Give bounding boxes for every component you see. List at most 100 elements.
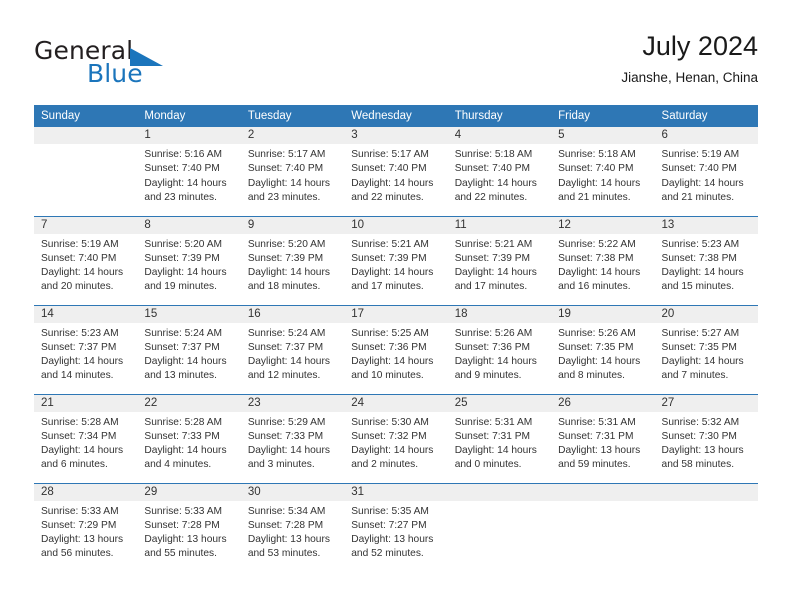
- calendar-day-cell[interactable]: 24 Sunrise: 5:30 AM Sunset: 7:32 PM Dayligh…: [344, 393, 448, 483]
- calendar-day-cell[interactable]: 18 Sunrise: 5:26 AM Sunset: 7:36 PM Dayligh…: [447, 304, 552, 394]
- calendar-day-cell[interactable]: 20 Sunrise: 5:27 AM Sunset: 7:35 PM Dayligh…: [654, 304, 758, 394]
- weekday-header-saturday: Saturday: [654, 105, 758, 127]
- day-detail-daylight1: Daylight: 14 hours: [661, 267, 744, 279]
- calendar-day-cell[interactable]: 29 Sunrise: 5:33 AM Sunset: 7:28 PM Dayligh…: [137, 482, 241, 572]
- calendar-day-cell[interactable]: 5 Sunrise: 5:18 AM Sunset: 7:40 PM Daylight…: [551, 127, 655, 216]
- day-detail-daylight2: and 22 minutes.: [351, 191, 424, 203]
- day-detail-daylight2: and 58 minutes.: [661, 459, 735, 471]
- day-detail-daylight1: Daylight: 13 hours: [144, 534, 227, 546]
- calendar-day-cell-empty: [654, 482, 758, 572]
- day-detail-daylight1: Daylight: 13 hours: [558, 445, 641, 457]
- calendar-week-row: 28 Sunrise: 5:33 AM Sunset: 7:29 PM Dayligh…: [34, 482, 758, 572]
- calendar-day-cell[interactable]: 30 Sunrise: 5:34 AM Sunset: 7:28 PM Dayligh…: [240, 482, 345, 572]
- calendar-day-cell[interactable]: 11 Sunrise: 5:21 AM Sunset: 7:39 PM Dayligh…: [447, 215, 552, 305]
- day-detail-daylight1: Daylight: 14 hours: [558, 267, 641, 279]
- weekday-header-wednesday: Wednesday: [344, 105, 448, 127]
- page-title: July 2024: [642, 31, 758, 61]
- calendar-day-cell[interactable]: 9 Sunrise: 5:20 AM Sunset: 7:39 PM Daylight…: [240, 215, 345, 305]
- day-detail-sunset: Sunset: 7:37 PM: [41, 341, 117, 353]
- calendar-day-cell[interactable]: 6 Sunrise: 5:19 AM Sunset: 7:40 PM Daylight…: [654, 127, 758, 216]
- day-number: 25: [447, 394, 552, 412]
- day-detail-sunset: Sunset: 7:40 PM: [558, 163, 634, 175]
- day-detail-daylight1: Daylight: 13 hours: [661, 445, 744, 457]
- calendar-day-cell-empty: [447, 482, 552, 572]
- day-details: Sunrise: 5:33 AM Sunset: 7:29 PM Daylight:…: [34, 501, 137, 562]
- day-detail-sunrise: Sunrise: 5:18 AM: [454, 149, 533, 160]
- calendar-day-cell[interactable]: 22 Sunrise: 5:28 AM Sunset: 7:33 PM Dayligh…: [137, 393, 241, 483]
- day-details: Sunrise: 5:33 AM Sunset: 7:28 PM Daylight:…: [137, 501, 240, 562]
- day-number: 5: [551, 127, 655, 144]
- day-detail-daylight2: and 21 minutes.: [661, 191, 735, 203]
- day-detail-daylight2: and 4 minutes.: [144, 459, 212, 471]
- day-detail-sunrise: Sunrise: 5:28 AM: [144, 416, 223, 428]
- day-number: 11: [447, 216, 552, 234]
- day-detail-daylight1: Daylight: 14 hours: [351, 177, 434, 189]
- calendar-day-cell[interactable]: 8 Sunrise: 5:20 AM Sunset: 7:39 PM Daylight…: [137, 215, 241, 305]
- day-detail-sunrise: Sunrise: 5:24 AM: [144, 327, 223, 339]
- day-details: Sunrise: 5:34 AM Sunset: 7:28 PM Daylight:…: [241, 501, 344, 562]
- day-details: Sunrise: 5:18 AM Sunset: 7:40 PM Daylight:…: [448, 144, 551, 205]
- day-detail-daylight2: and 2 minutes.: [351, 459, 419, 471]
- calendar-day-cell[interactable]: 16 Sunrise: 5:24 AM Sunset: 7:37 PM Dayligh…: [240, 304, 345, 394]
- day-details: Sunrise: 5:35 AM Sunset: 7:27 PM Daylight:…: [344, 501, 447, 562]
- calendar-day-cell[interactable]: 2 Sunrise: 5:17 AM Sunset: 7:40 PM Daylight…: [240, 127, 345, 216]
- day-detail-daylight2: and 10 minutes.: [351, 370, 424, 382]
- day-detail-sunrise: Sunrise: 5:23 AM: [41, 327, 119, 339]
- calendar-page: General Blue July 2024 Jianshe, Henan, C…: [0, 0, 792, 612]
- calendar-day-cell[interactable]: 13 Sunrise: 5:23 AM Sunset: 7:38 PM Dayligh…: [654, 215, 758, 305]
- day-detail-daylight1: Daylight: 13 hours: [247, 534, 330, 546]
- calendar-day-cell[interactable]: 12 Sunrise: 5:22 AM Sunset: 7:38 PM Dayligh…: [551, 215, 655, 305]
- day-detail-sunset: Sunset: 7:40 PM: [41, 252, 117, 264]
- weekday-header-monday: Monday: [137, 105, 241, 127]
- day-number: 17: [344, 305, 448, 323]
- calendar-day-cell[interactable]: 31 Sunrise: 5:35 AM Sunset: 7:27 PM Dayligh…: [344, 482, 448, 572]
- calendar-day-cell[interactable]: 10 Sunrise: 5:21 AM Sunset: 7:39 PM Dayligh…: [344, 215, 448, 305]
- day-number: 6: [654, 127, 758, 144]
- day-number: 14: [34, 305, 138, 323]
- day-detail-daylight2: and 12 minutes.: [247, 370, 321, 382]
- day-detail-sunrise: Sunrise: 5:31 AM: [558, 416, 636, 428]
- calendar-day-cell[interactable]: 1 Sunrise: 5:16 AM Sunset: 7:40 PM Daylight…: [137, 127, 241, 216]
- day-number: 7: [34, 216, 138, 234]
- calendar-day-cell[interactable]: 27 Sunrise: 5:32 AM Sunset: 7:30 PM Dayligh…: [654, 393, 758, 483]
- day-number: [551, 483, 655, 501]
- day-detail-daylight1: Daylight: 13 hours: [351, 534, 434, 546]
- day-detail-sunset: Sunset: 7:32 PM: [351, 430, 427, 442]
- day-number: 18: [447, 305, 552, 323]
- day-detail-sunrise: Sunrise: 5:17 AM: [351, 149, 429, 160]
- day-detail-sunrise: Sunrise: 5:25 AM: [351, 327, 429, 339]
- day-detail-sunrise: Sunrise: 5:20 AM: [144, 238, 223, 250]
- calendar-day-cell[interactable]: 7 Sunrise: 5:19 AM Sunset: 7:40 PM Daylight…: [34, 215, 138, 305]
- calendar-day-cell[interactable]: 3 Sunrise: 5:17 AM Sunset: 7:40 PM Daylight…: [344, 127, 448, 216]
- day-details: Sunrise: 5:24 AM Sunset: 7:37 PM Daylight:…: [241, 323, 344, 384]
- calendar-day-cell[interactable]: 15 Sunrise: 5:24 AM Sunset: 7:37 PM Dayligh…: [137, 304, 241, 394]
- day-details: Sunrise: 5:22 AM Sunset: 7:38 PM Daylight:…: [551, 234, 654, 295]
- day-detail-sunrise: Sunrise: 5:21 AM: [454, 238, 533, 250]
- day-number: 28: [34, 483, 138, 501]
- day-detail-sunset: Sunset: 7:28 PM: [144, 519, 220, 531]
- calendar-day-cell[interactable]: 28 Sunrise: 5:33 AM Sunset: 7:29 PM Dayligh…: [34, 482, 138, 572]
- calendar-day-cell[interactable]: 23 Sunrise: 5:29 AM Sunset: 7:33 PM Dayligh…: [240, 393, 345, 483]
- calendar-day-cell[interactable]: 21 Sunrise: 5:28 AM Sunset: 7:34 PM Dayligh…: [34, 393, 138, 483]
- calendar-day-cell[interactable]: 25 Sunrise: 5:31 AM Sunset: 7:31 PM Dayligh…: [447, 393, 552, 483]
- calendar-day-cell[interactable]: 14 Sunrise: 5:23 AM Sunset: 7:37 PM Dayligh…: [34, 304, 138, 394]
- calendar-day-cell[interactable]: 26 Sunrise: 5:31 AM Sunset: 7:31 PM Dayligh…: [551, 393, 655, 483]
- calendar-day-cell[interactable]: 4 Sunrise: 5:18 AM Sunset: 7:40 PM Daylight…: [447, 127, 552, 216]
- day-detail-sunset: Sunset: 7:28 PM: [247, 519, 324, 531]
- day-detail-sunset: Sunset: 7:40 PM: [661, 163, 737, 175]
- calendar-day-cell[interactable]: 17 Sunrise: 5:25 AM Sunset: 7:36 PM Dayligh…: [344, 304, 448, 394]
- day-detail-daylight1: Daylight: 14 hours: [247, 445, 330, 457]
- day-number: 26: [551, 394, 655, 412]
- calendar-week-row: 21 Sunrise: 5:28 AM Sunset: 7:34 PM Dayligh…: [34, 393, 758, 483]
- day-detail-daylight2: and 13 minutes.: [144, 370, 217, 382]
- day-details: Sunrise: 5:20 AM Sunset: 7:39 PM Daylight:…: [137, 234, 240, 295]
- day-detail-daylight2: and 23 minutes.: [144, 191, 217, 203]
- day-number: 4: [447, 127, 552, 144]
- brand-logo[interactable]: General Blue: [34, 36, 244, 92]
- day-number: [447, 483, 552, 501]
- day-detail-daylight2: and 52 minutes.: [351, 548, 424, 560]
- calendar-day-cell[interactable]: 19 Sunrise: 5:26 AM Sunset: 7:35 PM Dayligh…: [551, 304, 655, 394]
- day-number: 23: [240, 394, 345, 412]
- day-details: Sunrise: 5:23 AM Sunset: 7:38 PM Daylight:…: [655, 234, 758, 295]
- day-detail-sunrise: Sunrise: 5:19 AM: [661, 149, 740, 160]
